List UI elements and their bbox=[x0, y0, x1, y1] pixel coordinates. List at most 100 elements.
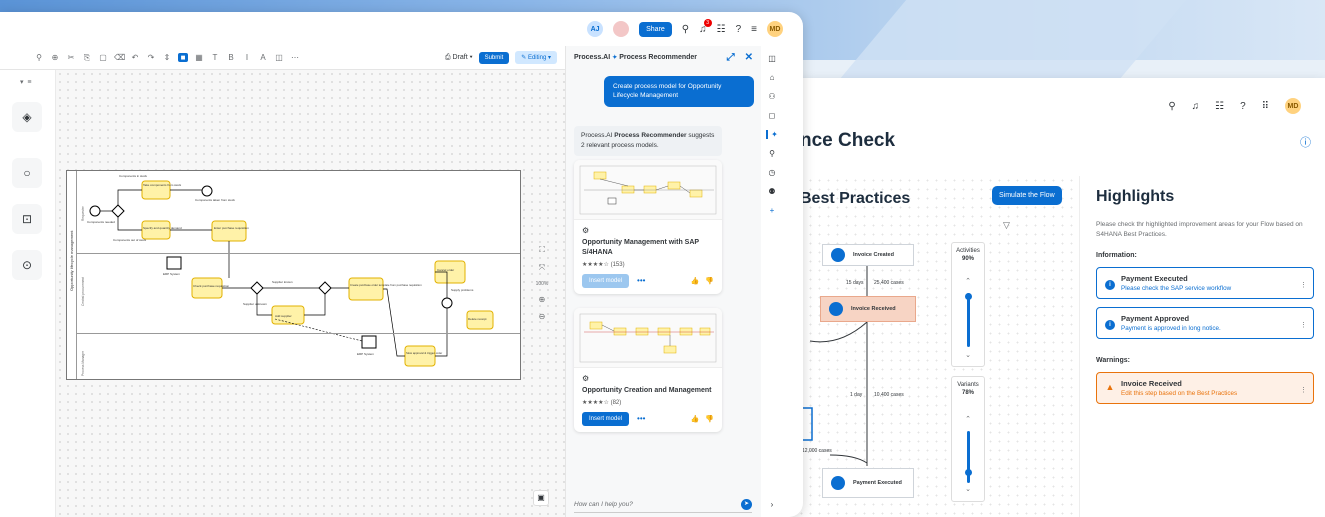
diagram-canvas[interactable]: Opportunity lifecycle management Request… bbox=[56, 70, 565, 517]
model-thumbnail[interactable] bbox=[574, 160, 722, 220]
pool-header bbox=[67, 171, 77, 379]
expand-icon[interactable]: ⤢ bbox=[727, 52, 735, 63]
help-icon[interactable]: ? bbox=[736, 24, 742, 35]
cut-icon[interactable]: ✂ bbox=[66, 53, 76, 62]
help-icon[interactable]: ? bbox=[1240, 101, 1246, 112]
thumbs-up-icon[interactable]: 👍 bbox=[691, 277, 700, 285]
variants-slider[interactable]: Variants 78% ⌃ ⌄ bbox=[951, 376, 985, 502]
ai-icon[interactable]: ✦ bbox=[766, 130, 778, 139]
message-link[interactable]: Edit this step based on the Best Practic… bbox=[1121, 390, 1305, 397]
search-icon[interactable]: ⚲ bbox=[34, 53, 44, 62]
info-message[interactable]: i Payment Approved Payment is approved i… bbox=[1096, 306, 1314, 339]
flow-node-invoice-received[interactable]: Invoice Received bbox=[820, 296, 916, 322]
slider-knob[interactable] bbox=[964, 293, 972, 300]
globe-icon[interactable]: ⊕ bbox=[50, 53, 60, 62]
fullscreen-icon[interactable]: ⤧ bbox=[539, 263, 545, 273]
insert-model-button[interactable]: Insert model bbox=[582, 411, 630, 426]
grid-icon[interactable]: ▦ bbox=[194, 53, 204, 62]
minimap-icon[interactable]: ▣ bbox=[533, 490, 549, 506]
feedback-icon[interactable]: ☷ bbox=[1215, 101, 1224, 112]
insert-model-button[interactable]: Insert model bbox=[582, 273, 630, 288]
comment-icon[interactable]: ◻ bbox=[769, 111, 776, 120]
bpmn-pool[interactable]: Opportunity lifecycle management Request… bbox=[66, 170, 521, 380]
menu-icon[interactable]: ≡ bbox=[751, 24, 757, 35]
model-card[interactable]: ⚙ Opportunity Creation and Management ★★… bbox=[574, 308, 722, 432]
flow-node-invoice-created[interactable]: Invoice Created bbox=[822, 244, 914, 266]
end-event-shape-icon[interactable]: ⊙ bbox=[12, 250, 42, 280]
slider-knob[interactable] bbox=[964, 469, 972, 476]
more-icon[interactable]: ⋮ bbox=[1300, 281, 1307, 289]
warning-message[interactable]: ▲ Invoice Received Edit this step based … bbox=[1096, 371, 1314, 404]
more-icon[interactable]: ••• bbox=[637, 414, 645, 423]
zoom-out-icon[interactable]: ⊖ bbox=[539, 312, 546, 321]
model-thumbnail[interactable] bbox=[574, 308, 722, 368]
zoom-in-icon[interactable]: ⊕ bbox=[539, 295, 546, 304]
location-icon[interactable]: ⚲ bbox=[769, 149, 775, 158]
undo-icon[interactable]: ↶ bbox=[130, 53, 140, 62]
more-icon[interactable]: ⋮ bbox=[1300, 321, 1307, 329]
fill-icon[interactable]: ◫ bbox=[274, 53, 284, 62]
message-link[interactable]: Please check the SAP service workflow bbox=[1121, 285, 1305, 292]
close-icon[interactable]: ✕ bbox=[745, 52, 753, 63]
panel-icon[interactable]: ◫ bbox=[768, 54, 776, 63]
chevron-up-icon[interactable]: ⌃ bbox=[952, 277, 984, 285]
search-icon[interactable]: ⚲ bbox=[1168, 101, 1175, 112]
flow-node-payment-executed[interactable]: Payment Executed bbox=[822, 468, 914, 498]
slider-label: Variants bbox=[957, 382, 979, 388]
chevron-up-icon[interactable]: ⌃ bbox=[952, 415, 984, 423]
model-card[interactable]: ⚙ Opportunity Management with SAP S/4HAN… bbox=[574, 160, 722, 294]
paste-icon[interactable]: ▢ bbox=[98, 53, 108, 62]
draft-status[interactable]: ⎙ Draft ▾ bbox=[445, 54, 473, 62]
thumbs-up-icon[interactable]: 👍 bbox=[691, 415, 700, 423]
delete-icon[interactable]: ⌫ bbox=[114, 53, 125, 62]
history-icon[interactable]: ◷ bbox=[769, 168, 776, 177]
slider-track bbox=[966, 293, 970, 347]
italic-icon[interactable]: I bbox=[242, 53, 252, 62]
info-icon[interactable]: ⓘ bbox=[1300, 134, 1311, 150]
binoculars-icon[interactable]: ⚇ bbox=[768, 92, 775, 101]
thumbs-down-icon[interactable]: 👎 bbox=[705, 415, 714, 423]
chevron-down-icon[interactable]: ⌄ bbox=[952, 351, 984, 359]
gateway-shape-icon[interactable]: ◈ bbox=[12, 102, 42, 132]
chevron-down-icon[interactable]: ⌄ bbox=[952, 485, 984, 493]
collapse-icon[interactable]: › bbox=[771, 500, 774, 509]
more-icon[interactable]: ⋯ bbox=[290, 53, 300, 62]
model-title[interactable]: Opportunity Management with SAP S/4HANA bbox=[582, 238, 714, 258]
editor-toolbar: ⚲ ⊕ ✂ ⎘ ▢ ⌫ ↶ ↷ ⇕ ■ ▦ T B I A ◫ ⋯ ⎙ Draf… bbox=[0, 46, 565, 70]
editing-toggle[interactable]: ✎ Editing ▾ bbox=[515, 51, 557, 64]
thumbs-down-icon[interactable]: 👎 bbox=[705, 277, 714, 285]
bold-icon[interactable]: B bbox=[226, 53, 236, 62]
copy-icon[interactable]: ⎘ bbox=[82, 53, 92, 63]
avatar[interactable]: MD bbox=[767, 21, 783, 37]
collaborator-avatar-photo[interactable] bbox=[613, 21, 630, 37]
more-icon[interactable]: ••• bbox=[637, 276, 645, 285]
avatar[interactable]: MD bbox=[1285, 98, 1301, 114]
align-icon[interactable]: ⇕ bbox=[162, 53, 172, 62]
bell-icon[interactable]: ♫ bbox=[1192, 101, 1200, 112]
users-icon[interactable]: ⚉ bbox=[768, 187, 775, 196]
redo-icon[interactable]: ↷ bbox=[146, 53, 156, 62]
tag-icon[interactable]: ⌂ bbox=[770, 73, 775, 82]
apps-grid-icon[interactable]: ⠿ bbox=[1262, 101, 1269, 112]
submit-button[interactable]: Submit bbox=[478, 51, 510, 64]
text-icon[interactable]: T bbox=[210, 53, 220, 62]
font-color-icon[interactable]: A bbox=[258, 53, 268, 62]
collaborator-avatar[interactable]: AJ bbox=[587, 21, 604, 37]
info-message[interactable]: i Payment Executed Please check the SAP … bbox=[1096, 266, 1314, 299]
search-icon[interactable]: ⚲ bbox=[682, 24, 689, 35]
send-icon[interactable]: ➤ bbox=[741, 499, 752, 510]
fit-icon[interactable]: ⛶ bbox=[539, 245, 545, 255]
activities-slider[interactable]: Activities 90% ⌃ ⌄ bbox=[951, 242, 985, 367]
palette-header[interactable]: ▾ ≡ bbox=[20, 78, 32, 86]
chat-input[interactable]: How can I help you? ➤ bbox=[574, 497, 752, 513]
select-icon[interactable]: ■ bbox=[178, 53, 188, 62]
message-link[interactable]: Payment is approved in long notice. bbox=[1121, 325, 1305, 332]
event-shape-icon[interactable]: ○ bbox=[12, 158, 42, 188]
feedback-icon[interactable]: ☷ bbox=[717, 24, 726, 35]
bell-icon[interactable]: ♫ 3 bbox=[699, 18, 712, 35]
task-shape-icon[interactable]: ⊡ bbox=[12, 204, 42, 234]
more-icon[interactable]: ⋮ bbox=[1300, 386, 1307, 394]
add-icon[interactable]: + bbox=[770, 206, 775, 215]
model-title[interactable]: Opportunity Creation and Management bbox=[582, 386, 714, 396]
share-button[interactable]: Share bbox=[639, 21, 672, 37]
